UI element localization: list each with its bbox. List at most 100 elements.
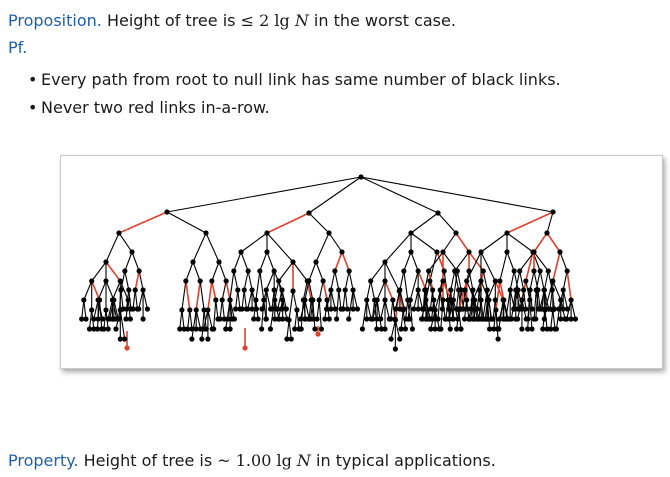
black-link xyxy=(243,289,247,310)
black-link xyxy=(255,270,261,301)
tree-node xyxy=(521,287,527,293)
tree-node xyxy=(126,287,132,293)
tree-node xyxy=(437,287,443,293)
tree-node xyxy=(183,278,189,284)
tree-node xyxy=(89,278,95,284)
tree-node xyxy=(542,307,548,313)
tree-node xyxy=(446,306,452,312)
tree-node xyxy=(136,268,142,274)
black-link xyxy=(344,289,348,310)
black-link xyxy=(259,270,265,301)
proposition-line: Proposition. Height of tree is ≤ 2 lg N … xyxy=(8,11,456,30)
tree-node xyxy=(401,268,407,274)
black-link xyxy=(179,309,183,330)
black-link xyxy=(292,290,298,311)
tree-node xyxy=(438,326,444,332)
red-link xyxy=(546,232,561,253)
black-link xyxy=(83,280,93,301)
tree-node xyxy=(328,287,334,293)
tree-node xyxy=(116,316,122,322)
black-link xyxy=(410,251,419,272)
tree-node xyxy=(430,287,436,293)
tree-node xyxy=(405,316,411,322)
black-link xyxy=(237,289,241,310)
black-link xyxy=(552,309,556,330)
proof-bullet: • Every path from root to null link has s… xyxy=(28,70,561,89)
tree-node xyxy=(306,278,312,284)
tree-node xyxy=(431,297,437,303)
tree-node xyxy=(205,336,211,342)
tree-node xyxy=(219,297,225,303)
black-link xyxy=(454,251,470,272)
tree-node xyxy=(344,306,350,312)
black-link xyxy=(91,261,107,282)
black-link xyxy=(294,309,298,330)
proof-bullet: • Never two red links in-a-row. xyxy=(28,98,270,117)
tree-node xyxy=(549,287,555,293)
tree-node xyxy=(122,268,128,274)
black-link xyxy=(399,270,405,291)
tree-node xyxy=(261,297,267,303)
black-link xyxy=(240,251,249,272)
black-link xyxy=(366,280,372,301)
tree-node xyxy=(560,287,566,293)
tree-node xyxy=(572,316,579,322)
tree-node xyxy=(245,268,251,274)
black-link xyxy=(336,289,340,320)
black-link xyxy=(215,299,219,320)
tree-node xyxy=(450,297,456,303)
tree-node xyxy=(557,249,563,255)
red-link xyxy=(118,211,168,234)
property-bound: ~ 1.00 lg N xyxy=(217,451,311,470)
tree-node xyxy=(496,326,502,332)
black-link xyxy=(308,261,317,282)
black-link xyxy=(134,289,138,310)
tree-node xyxy=(125,297,131,303)
tree-node xyxy=(427,278,433,284)
property-text-after: in typical applications. xyxy=(316,451,496,470)
black-link xyxy=(192,232,207,263)
tree-node xyxy=(136,306,142,312)
black-link xyxy=(376,280,386,301)
black-link xyxy=(450,270,456,291)
tree-node xyxy=(259,306,265,312)
black-link xyxy=(201,309,205,340)
tree-node xyxy=(223,278,229,284)
black-link xyxy=(413,289,419,310)
black-link xyxy=(308,176,362,214)
tree-node xyxy=(378,316,384,322)
tree-node xyxy=(541,287,547,293)
property-variable: N xyxy=(296,451,311,470)
tree-node xyxy=(276,278,282,284)
tree-node xyxy=(523,278,529,284)
tree-node xyxy=(334,316,340,322)
red-link xyxy=(552,251,561,282)
tree-node xyxy=(527,297,533,303)
tree-node xyxy=(464,297,470,303)
black-link xyxy=(562,270,568,291)
black-link xyxy=(218,261,227,282)
tree-node xyxy=(447,326,453,332)
black-link xyxy=(455,289,460,310)
tree-node xyxy=(458,326,464,332)
tree-node xyxy=(531,249,537,255)
black-link xyxy=(384,299,390,320)
black-link xyxy=(118,232,133,253)
tree-node xyxy=(302,297,308,303)
tree-node xyxy=(397,336,403,342)
proposition-text-after: in the worst case. xyxy=(313,11,456,30)
tree-node xyxy=(432,307,438,313)
black-link xyxy=(235,289,239,310)
black-link xyxy=(328,232,343,253)
tree-node xyxy=(434,249,440,255)
tree-node xyxy=(342,287,348,293)
tree-node xyxy=(213,297,219,303)
tree-node xyxy=(382,326,388,332)
black-link xyxy=(119,309,126,340)
red-link xyxy=(207,280,213,311)
tree-node xyxy=(533,316,539,322)
red-link xyxy=(266,212,310,234)
tree-node xyxy=(407,297,413,303)
tree-node xyxy=(288,336,294,342)
red-link xyxy=(134,270,140,291)
